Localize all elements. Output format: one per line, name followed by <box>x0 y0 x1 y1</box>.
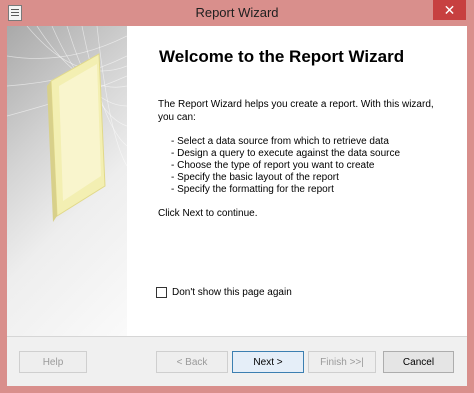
close-button[interactable]: ✕ <box>433 0 466 20</box>
title-bar[interactable]: Report Wizard ✕ <box>0 0 474 26</box>
continue-note: Click Next to continue. <box>158 208 258 219</box>
list-item: - Select a data source from which to ret… <box>171 136 389 147</box>
list-item: - Choose the type of report you want to … <box>171 160 375 171</box>
list-item: - Specify the formatting for the report <box>171 184 334 195</box>
dont-show-checkbox[interactable] <box>156 287 167 298</box>
report-wizard-window: Report Wizard ✕ Welcome to the Report Wi… <box>0 0 474 393</box>
back-button[interactable]: < Back <box>156 351 228 373</box>
wizard-side-banner <box>7 26 127 336</box>
dont-show-row[interactable]: Don't show this page again <box>156 287 292 298</box>
report-page-illustration <box>7 26 127 222</box>
intro-text: The Report Wizard helps you create a rep… <box>158 99 434 123</box>
wizard-steps-list: - Select a data source from which to ret… <box>171 136 400 196</box>
window-title: Report Wizard <box>195 5 279 20</box>
wizard-client-area: Welcome to the Report Wizard The Report … <box>7 26 467 386</box>
cancel-button[interactable]: Cancel <box>383 351 454 373</box>
page-heading: Welcome to the Report Wizard <box>159 47 405 66</box>
dont-show-label[interactable]: Don't show this page again <box>172 287 292 298</box>
list-item: - Specify the basic layout of the report <box>171 172 339 183</box>
help-button[interactable]: Help <box>19 351 87 373</box>
finish-button[interactable]: Finish >>| <box>308 351 376 373</box>
next-button[interactable]: Next > <box>232 351 304 373</box>
button-bar-divider <box>7 336 467 337</box>
wizard-page: Welcome to the Report Wizard The Report … <box>7 26 467 336</box>
list-item: - Design a query to execute against the … <box>171 148 401 159</box>
